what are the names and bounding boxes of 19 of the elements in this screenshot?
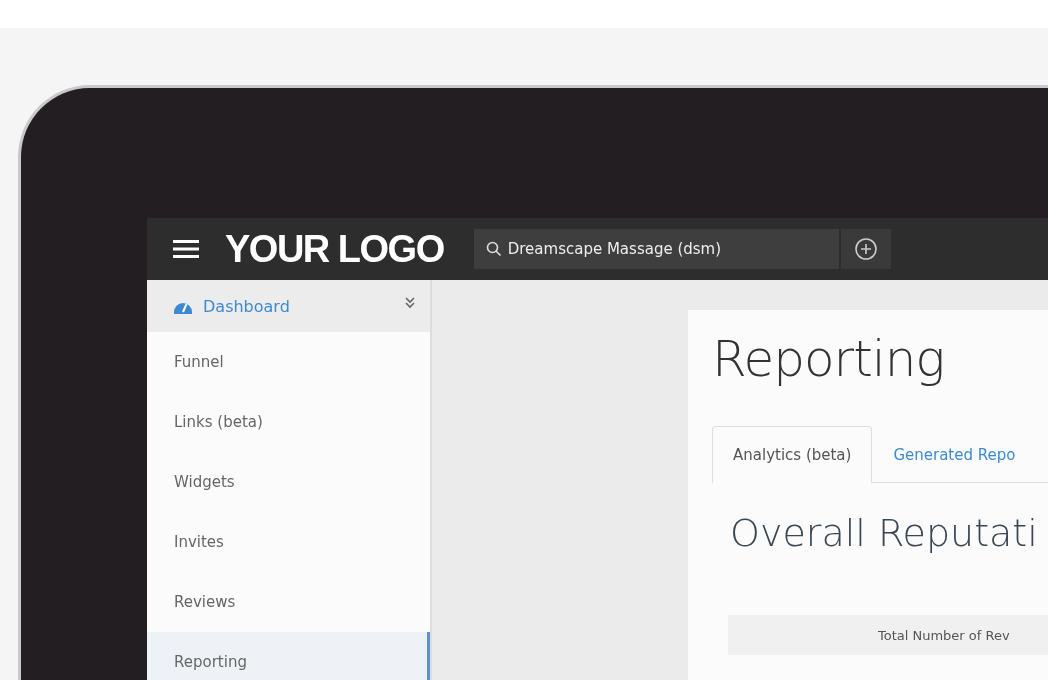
menu-icon[interactable] bbox=[173, 239, 199, 259]
search-field[interactable]: Dreamscape Massage (dsm) bbox=[473, 229, 839, 269]
logo: YOUR LOGO bbox=[225, 227, 444, 271]
sidebar-item[interactable]: Invites bbox=[147, 512, 430, 572]
page-title: Reporting bbox=[712, 330, 946, 388]
sidebar-item[interactable]: Widgets bbox=[147, 452, 430, 512]
sidebar-item[interactable]: Reporting bbox=[147, 632, 430, 680]
section-heading: Overall Reputati bbox=[730, 511, 1039, 555]
sidebar-item[interactable]: Reviews bbox=[147, 572, 430, 632]
plus-circle-icon bbox=[853, 237, 878, 261]
sidebar-header[interactable]: Dashboard bbox=[147, 280, 430, 332]
dashboard-label: Dashboard bbox=[203, 296, 291, 316]
sidebar-item[interactable]: Links (beta) bbox=[147, 392, 430, 452]
add-button[interactable] bbox=[840, 229, 891, 269]
double-chevron-icon[interactable] bbox=[404, 297, 416, 309]
sidebar-item[interactable]: Funnel bbox=[147, 332, 430, 392]
tab[interactable]: Generated Repo bbox=[872, 426, 1037, 483]
column-header: Total Number of Rev bbox=[878, 628, 1010, 643]
tab[interactable]: Analytics (beta) bbox=[712, 426, 873, 483]
